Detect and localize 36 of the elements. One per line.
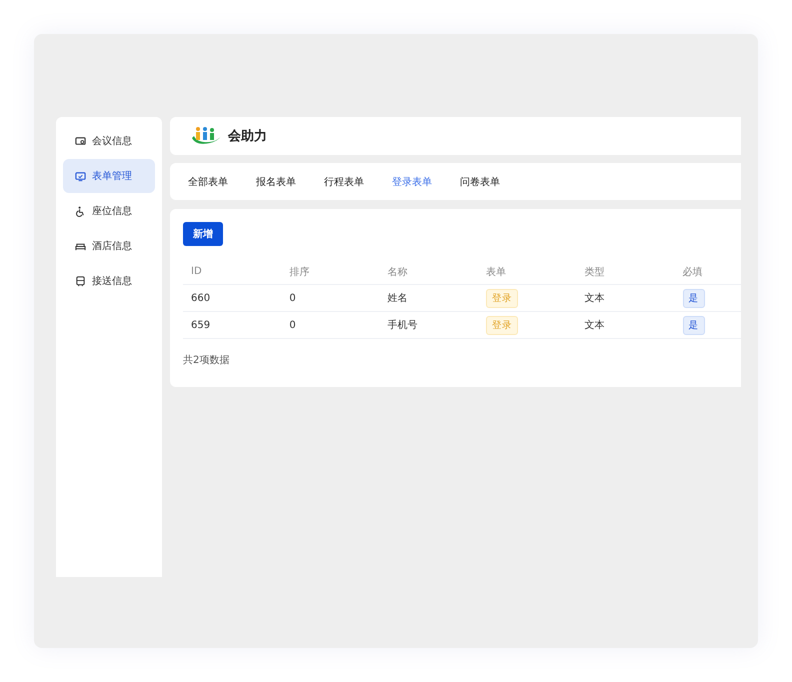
table-cell: 文本: [576, 312, 675, 338]
column-header: ID: [183, 259, 282, 284]
tab[interactable]: 问卷表单: [460, 174, 500, 188]
column-header: 表单: [478, 259, 576, 284]
tab[interactable]: 全部表单: [188, 174, 228, 188]
sidebar-item[interactable]: 接送信息: [63, 264, 155, 298]
wheelchair-icon: [75, 206, 86, 216]
add-button[interactable]: 新增: [183, 222, 223, 246]
sidebar-item[interactable]: 酒店信息: [63, 229, 155, 263]
logo-text: 会助力: [228, 128, 267, 145]
bed-icon: [75, 240, 86, 252]
form-tag: 登录: [486, 288, 518, 308]
tab[interactable]: 报名表单: [256, 174, 296, 188]
screen-icon: [75, 170, 86, 182]
sidebar-item[interactable]: 座位信息: [63, 194, 155, 228]
bus-icon: [75, 276, 86, 286]
column-header: 必填: [674, 259, 741, 284]
table-cell: 660: [183, 284, 282, 312]
table-cell: 659: [183, 312, 282, 338]
form-tag: 登录: [486, 316, 518, 334]
table-cell: 姓名: [380, 284, 478, 312]
table-cell: 0: [281, 312, 380, 338]
tab[interactable]: 登录表单: [392, 174, 432, 188]
table-cell: 文本: [576, 284, 675, 312]
column-header: 排序: [281, 259, 380, 284]
table-cell: 手机号: [380, 312, 478, 338]
column-header: 类型: [576, 259, 675, 284]
table-cell: 0: [281, 284, 380, 312]
sidebar-item[interactable]: 表单管理: [63, 159, 155, 193]
required-tag: 是: [682, 288, 705, 308]
monitor-icon: [75, 136, 86, 146]
required-tag: 是: [682, 316, 705, 334]
sidebar-item[interactable]: 会议信息: [63, 124, 155, 158]
tab[interactable]: 行程表单: [324, 174, 364, 188]
column-header: 名称: [380, 259, 478, 284]
total-count: 共2项数据: [183, 354, 230, 367]
